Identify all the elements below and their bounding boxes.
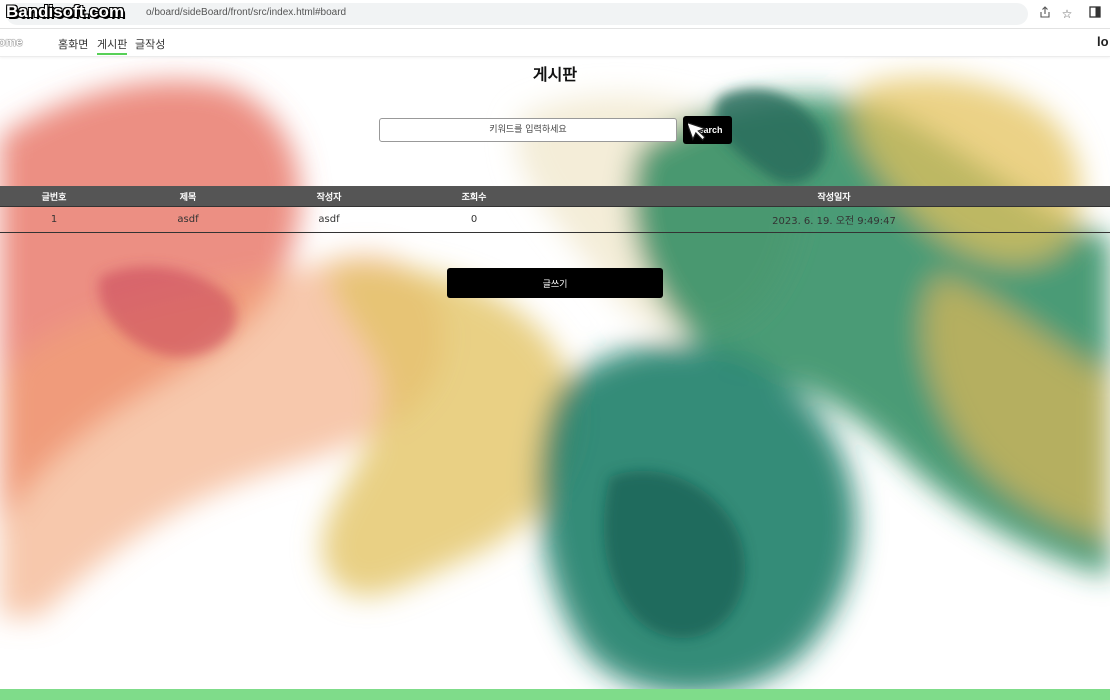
post-number: 1 <box>0 206 108 233</box>
post-date: 2023. 6. 19. 오전 9:49:47 <box>558 206 1110 233</box>
address-bar[interactable]: o/board/sideBoard/front/src/index.html#b… <box>6 3 1028 25</box>
url-text: o/board/sideBoard/front/src/index.html#b… <box>146 7 347 18</box>
write-post-button[interactable]: 글쓰기 <box>447 268 663 298</box>
search-input[interactable] <box>379 118 677 142</box>
sidebar-toggle-icon[interactable] <box>1086 5 1104 23</box>
post-title[interactable]: asdf <box>108 206 268 233</box>
nav-link-home[interactable]: 홈화면 <box>58 36 88 52</box>
nav-login-link[interactable]: lo <box>1097 34 1110 49</box>
column-header-number: 글번호 <box>0 186 108 207</box>
nav-link-board[interactable]: 게시판 <box>97 36 128 55</box>
table-row[interactable]: 1 asdf asdf 0 2023. 6. 19. 오전 9:49:47 <box>0 206 1110 233</box>
recorder-watermark: Bandisoft.com <box>6 2 125 21</box>
table-header-row: 글번호 제목 작성자 조회수 작성일자 <box>0 186 1110 207</box>
mouse-cursor-icon <box>688 121 707 141</box>
column-header-title: 제목 <box>108 186 268 207</box>
column-header-author: 작성자 <box>268 186 390 207</box>
footer-bar <box>0 689 1110 700</box>
top-nav: ome 홈화면 게시판 글작성 lo <box>0 29 1110 57</box>
column-header-views: 조회수 <box>390 186 558 207</box>
star-icon[interactable]: ☆ <box>1058 5 1076 23</box>
board-table: 글번호 제목 작성자 조회수 작성일자 1 asdf asdf 0 2023. … <box>0 186 1110 233</box>
post-author: asdf <box>268 206 390 233</box>
post-views: 0 <box>390 206 558 233</box>
share-icon[interactable] <box>1036 5 1054 23</box>
nav-brand[interactable]: ome <box>0 35 23 49</box>
page-title: 게시판 <box>532 65 578 84</box>
browser-toolbar: o/board/sideBoard/front/src/index.html#b… <box>0 0 1110 29</box>
column-header-date: 작성일자 <box>558 186 1110 207</box>
nav-link-write[interactable]: 글작성 <box>135 36 165 52</box>
board-page: 게시판 Search 글번호 제목 작성자 조회수 작성일자 1 asdf as… <box>0 57 1110 700</box>
